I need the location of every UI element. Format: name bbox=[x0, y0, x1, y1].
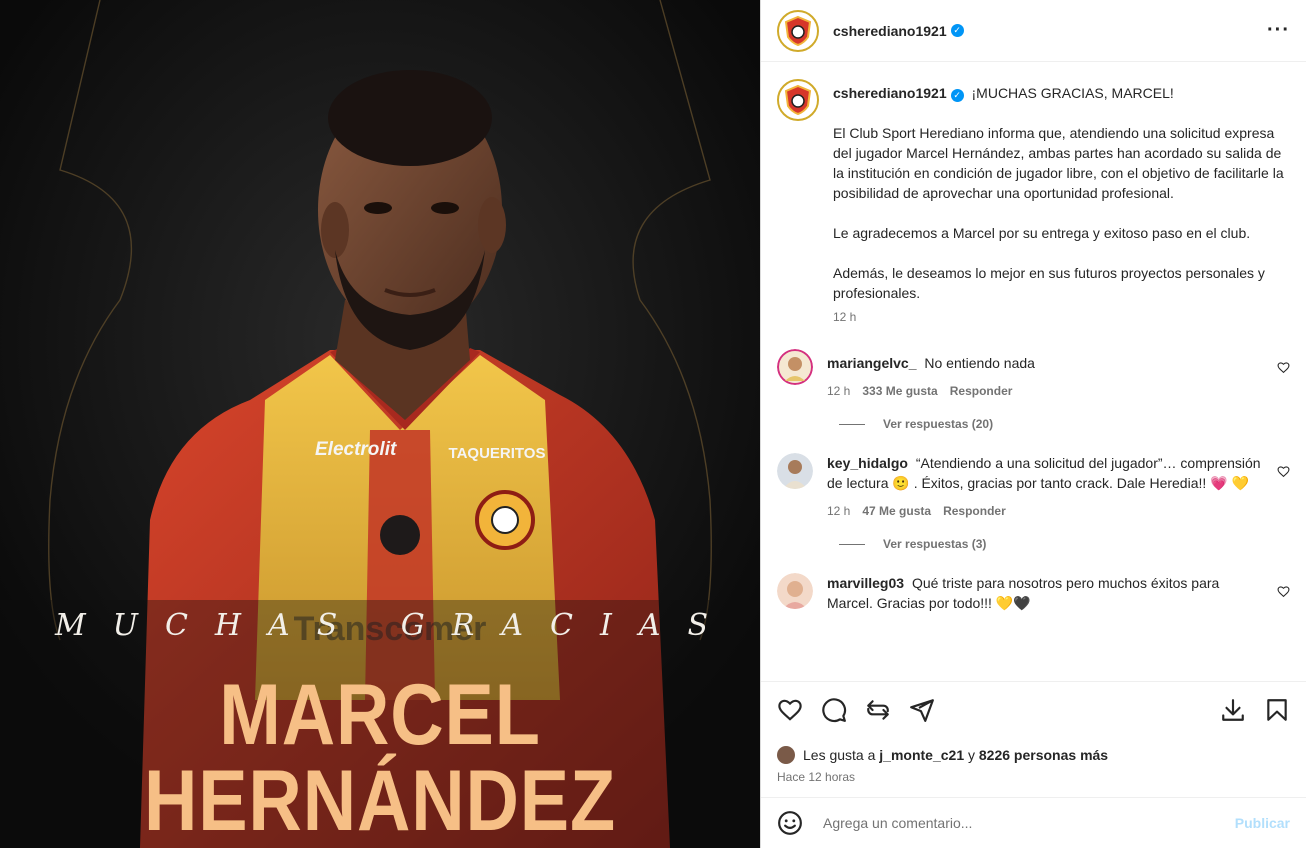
likes-mid: y bbox=[968, 747, 975, 763]
image-pretitle: MUCHAS GRACIAS bbox=[54, 608, 736, 643]
post-time[interactable]: Hace 12 horas bbox=[777, 770, 1290, 784]
comment-likes[interactable]: 333 Me gusta bbox=[862, 381, 937, 401]
comment-likes[interactable]: 47 Me gusta bbox=[862, 501, 931, 521]
reply-button[interactable]: Responder bbox=[943, 501, 1006, 521]
share-icon[interactable] bbox=[909, 697, 935, 723]
profile-avatar[interactable] bbox=[777, 9, 819, 52]
view-replies-button[interactable]: Ver respuestas (20) bbox=[839, 417, 1290, 431]
post-image[interactable]: Electrolit TAQUERITOS Transcomer MUCHAS … bbox=[0, 0, 760, 848]
verified-badge-icon: ✓ bbox=[950, 24, 964, 37]
caption-headline: ¡MUCHAS GRACIAS, MARCEL! bbox=[971, 85, 1174, 101]
comment-like-heart-icon[interactable] bbox=[1277, 361, 1290, 374]
comment-like-heart-icon[interactable] bbox=[1277, 465, 1290, 478]
commenter-avatar[interactable] bbox=[777, 573, 813, 609]
caption-username[interactable]: csherediano1921 bbox=[833, 85, 947, 101]
emoji-icon[interactable] bbox=[777, 810, 803, 836]
caption-paragraph: El Club Sport Herediano informa que, ate… bbox=[833, 125, 1288, 201]
commenter-avatar[interactable] bbox=[777, 453, 813, 489]
post-header: csherediano1921 ✓ ··· bbox=[761, 0, 1306, 62]
post-actions: Les gusta a j_monte_c21 y 8226 personas … bbox=[761, 681, 1306, 796]
add-comment-bar: Publicar bbox=[761, 797, 1306, 848]
jersey-sponsor-taqueritos: TAQUERITOS bbox=[449, 445, 546, 462]
comment-time[interactable]: 12 h bbox=[827, 501, 850, 521]
publish-button[interactable]: Publicar bbox=[1235, 815, 1290, 831]
comment-item: key_hidalgo “Atendiendo a una solicitud … bbox=[777, 453, 1290, 521]
more-options-icon[interactable]: ··· bbox=[1267, 19, 1290, 42]
caption-paragraph: Le agradecemos a Marcel por su entrega y… bbox=[833, 225, 1251, 241]
bookmark-icon[interactable] bbox=[1264, 697, 1290, 723]
image-player-name: MARCEL HERNÁNDEZ bbox=[143, 667, 617, 848]
club-crest-icon bbox=[784, 15, 812, 46]
comment-item: mariangelvc_ No entiendo nada 12 h 333 M… bbox=[777, 349, 1290, 401]
comment-username[interactable]: key_hidalgo bbox=[827, 455, 908, 471]
like-heart-icon[interactable] bbox=[777, 697, 803, 723]
comments-scroll-area[interactable]: csherediano1921 ✓ ¡MUCHAS GRACIAS, MARCEL… bbox=[761, 63, 1306, 680]
post-caption: csherediano1921 ✓ ¡MUCHAS GRACIAS, MARCEL… bbox=[777, 63, 1290, 327]
liker-avatar[interactable] bbox=[777, 746, 795, 764]
caption-avatar[interactable] bbox=[777, 79, 819, 121]
comment-like-heart-icon[interactable] bbox=[1277, 585, 1290, 598]
comment-item: marvilleg03 Qué triste para nosotros per… bbox=[777, 573, 1290, 613]
jersey-sponsor-electrolit: Electrolit bbox=[315, 439, 397, 460]
download-icon[interactable] bbox=[1220, 697, 1246, 723]
repost-icon[interactable] bbox=[865, 697, 891, 723]
likes-prefix: Les gusta a bbox=[803, 747, 876, 763]
comment-time[interactable]: 12 h bbox=[827, 381, 850, 401]
club-crest-icon bbox=[784, 84, 812, 116]
likes-count[interactable]: 8226 personas más bbox=[979, 747, 1108, 763]
comment-username[interactable]: marvilleg03 bbox=[827, 575, 904, 591]
liked-by-user[interactable]: j_monte_c21 bbox=[879, 747, 964, 763]
verified-badge-icon: ✓ bbox=[950, 89, 964, 102]
header-username[interactable]: csherediano1921 bbox=[833, 23, 947, 39]
view-replies-button[interactable]: Ver respuestas (3) bbox=[839, 537, 1290, 551]
reply-button[interactable]: Responder bbox=[950, 381, 1013, 401]
comment-input[interactable] bbox=[823, 815, 1235, 831]
likes-summary: Les gusta a j_monte_c21 y 8226 personas … bbox=[777, 746, 1290, 764]
comment-username[interactable]: mariangelvc_ bbox=[827, 355, 917, 371]
comment-text: No entiendo nada bbox=[924, 355, 1035, 371]
caption-time[interactable]: 12 h bbox=[833, 307, 856, 327]
caption-paragraph: Además, le deseamos lo mejor en sus futu… bbox=[833, 265, 1269, 301]
comment-icon[interactable] bbox=[821, 697, 847, 723]
post-sidebar: csherediano1921 ✓ ··· csherediano1921 ✓ ¡… bbox=[760, 0, 1306, 848]
commenter-avatar[interactable] bbox=[777, 349, 813, 385]
